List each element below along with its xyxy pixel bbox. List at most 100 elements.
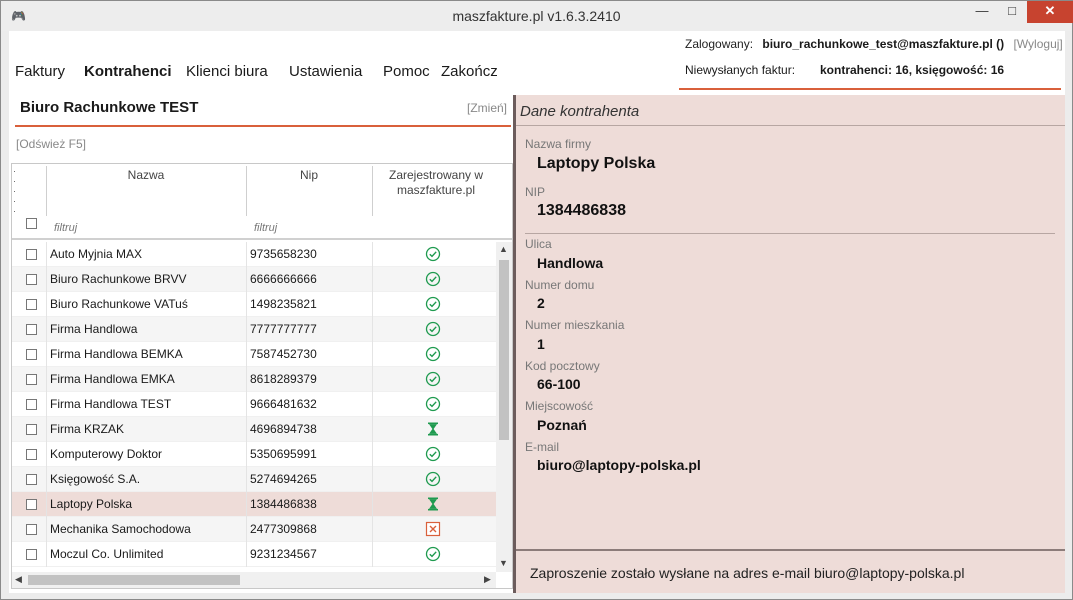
scroll-up-icon[interactable]: ▲ xyxy=(499,244,508,254)
row-name: Laptopy Polska xyxy=(50,497,133,511)
row-checkbox[interactable] xyxy=(26,449,37,460)
minimize-button[interactable]: — xyxy=(967,1,997,23)
row-nip: 9666481632 xyxy=(250,397,317,411)
flat-number-label: Numer mieszkania xyxy=(525,318,625,332)
cell-separator xyxy=(372,317,373,342)
cell-separator xyxy=(246,392,247,417)
row-checkbox[interactable] xyxy=(26,349,37,360)
maximize-button[interactable]: □ xyxy=(997,1,1027,23)
column-header-nip[interactable]: Nip xyxy=(248,168,370,182)
column-header-registered[interactable]: Zarejestrowany w maszfakture.pl xyxy=(378,168,494,198)
scroll-left-icon[interactable]: ◀ xyxy=(15,574,22,585)
table-row[interactable]: Firma Handlowa TEST 9666481632 xyxy=(12,392,496,417)
row-nip: 9231234567 xyxy=(250,547,317,561)
nip-filter-input[interactable]: filtruj xyxy=(254,222,277,234)
cell-separator xyxy=(246,367,247,392)
unsent-invoices: Niewysłanych faktur: kontrahenci: 16, ks… xyxy=(685,63,1004,77)
cell-separator xyxy=(372,442,373,467)
cell-separator xyxy=(46,442,47,467)
menu-item-pomoc[interactable]: Pomoc xyxy=(383,63,430,80)
menu-item-faktury[interactable]: Faktury xyxy=(15,63,65,80)
cell-separator xyxy=(246,342,247,367)
login-info: Zalogowany: biuro_rachunkowe_test@maszfa… xyxy=(685,37,1063,51)
row-checkbox[interactable] xyxy=(26,374,37,385)
row-checkbox[interactable] xyxy=(26,474,37,485)
row-name: Firma KRZAK xyxy=(50,422,125,436)
login-label: Zalogowany: xyxy=(685,37,754,51)
table-row[interactable]: Komputerowy Doktor 5350695991 xyxy=(12,442,496,467)
scroll-down-icon[interactable]: ▼ xyxy=(499,558,508,568)
cell-separator xyxy=(246,542,247,567)
row-checkbox[interactable] xyxy=(26,249,37,260)
cell-separator xyxy=(246,242,247,267)
cell-separator xyxy=(46,392,47,417)
unsent-label: Niewysłanych faktur: xyxy=(685,63,796,77)
row-checkbox[interactable] xyxy=(26,524,37,535)
row-checkbox[interactable] xyxy=(26,424,37,435)
check-circle-icon xyxy=(425,471,441,487)
cell-separator xyxy=(46,517,47,542)
table-row[interactable]: Firma Handlowa 7777777777 xyxy=(12,317,496,342)
row-name: Moczul Co. Unlimited xyxy=(50,547,164,561)
change-office-link[interactable]: [Zmień] xyxy=(467,101,507,115)
company-label: Nazwa firmy xyxy=(525,137,592,151)
unsent-value: kontrahenci: 16, księgowość: 16 xyxy=(820,63,1005,77)
cell-separator xyxy=(372,342,373,367)
scroll-right-icon[interactable]: ▶ xyxy=(484,574,491,585)
row-name: Firma Handlowa xyxy=(50,322,138,336)
row-name: Biuro Rachunkowe VATuś xyxy=(50,297,188,311)
row-checkbox[interactable] xyxy=(26,274,37,285)
check-circle-icon xyxy=(425,446,441,462)
office-name: Biuro Rachunkowe TEST xyxy=(20,99,199,116)
cell-separator xyxy=(46,542,47,567)
cell-separator xyxy=(246,492,247,517)
table-row[interactable]: Biuro Rachunkowe VATuś 1498235821 xyxy=(12,292,496,317)
column-header-name[interactable]: Nazwa xyxy=(48,168,244,182)
table-row[interactable]: Mechanika Samochodowa 2477309868 xyxy=(12,517,496,542)
cell-separator xyxy=(246,292,247,317)
close-button[interactable]: ✕ xyxy=(1027,1,1073,23)
table-row[interactable]: Moczul Co. Unlimited 9231234567 xyxy=(12,542,496,567)
refresh-link[interactable]: [Odśwież F5] xyxy=(16,137,86,151)
menu-item-kontrahenci[interactable]: Kontrahenci xyxy=(84,63,172,80)
table-row[interactable]: Firma Handlowa EMKA 8618289379 xyxy=(12,367,496,392)
table-row[interactable]: Laptopy Polska 1384486838 xyxy=(12,492,496,517)
details-header-divider xyxy=(516,125,1065,126)
table-row[interactable]: Księgowość S.A. 5274694265 xyxy=(12,467,496,492)
main-content: Faktury Kontrahenci Klienci biura Ustawi… xyxy=(9,31,1065,593)
table-row[interactable]: Firma Handlowa BEMKA 7587452730 xyxy=(12,342,496,367)
menu-item-zakoncz[interactable]: Zakończ xyxy=(441,63,498,80)
row-checkbox[interactable] xyxy=(26,549,37,560)
row-nip: 9735658230 xyxy=(250,247,317,261)
nip-value: 1384486838 xyxy=(537,202,626,219)
row-header-dots: · · · · · xyxy=(13,166,16,216)
details-divider xyxy=(525,233,1055,234)
grid-rows: Auto Myjnia MAX 9735658230 Biuro Rachunkow… xyxy=(12,242,496,567)
name-filter-input[interactable]: filtruj xyxy=(54,222,77,234)
grid-header: · · · · · Nazwa Nip Zarejestrowany w maszfak… xyxy=(12,164,512,240)
row-checkbox[interactable] xyxy=(26,299,37,310)
row-checkbox[interactable] xyxy=(26,399,37,410)
table-row[interactable]: Firma KRZAK 4696894738 xyxy=(12,417,496,442)
cell-separator xyxy=(46,342,47,367)
table-row[interactable]: Auto Myjnia MAX 9735658230 xyxy=(12,242,496,267)
logout-link[interactable]: [Wyloguj] xyxy=(1014,37,1063,51)
details-header: Dane kontrahenta xyxy=(520,103,640,120)
menu-item-klienci-biura[interactable]: Klienci biura xyxy=(186,63,268,80)
menu-item-ustawienia[interactable]: Ustawienia xyxy=(289,63,362,80)
select-all-checkbox[interactable] xyxy=(26,218,37,229)
row-name: Księgowość S.A. xyxy=(50,472,141,486)
vertical-scrollbar[interactable]: ▲ ▼ xyxy=(496,242,512,572)
table-row[interactable]: Biuro Rachunkowe BRVV 6666666666 xyxy=(12,267,496,292)
column-separator xyxy=(46,166,47,216)
company-value: Laptopy Polska xyxy=(537,155,656,172)
cell-separator xyxy=(246,467,247,492)
row-name: Firma Handlowa TEST xyxy=(50,397,172,411)
horizontal-scrollbar[interactable]: ◀ ▶ xyxy=(12,572,496,588)
horizontal-scroll-thumb[interactable] xyxy=(28,575,240,585)
vertical-scroll-thumb[interactable] xyxy=(499,260,509,440)
cell-separator xyxy=(46,367,47,392)
row-name: Auto Myjnia MAX xyxy=(50,247,143,261)
row-checkbox[interactable] xyxy=(26,324,37,335)
row-checkbox[interactable] xyxy=(26,499,37,510)
